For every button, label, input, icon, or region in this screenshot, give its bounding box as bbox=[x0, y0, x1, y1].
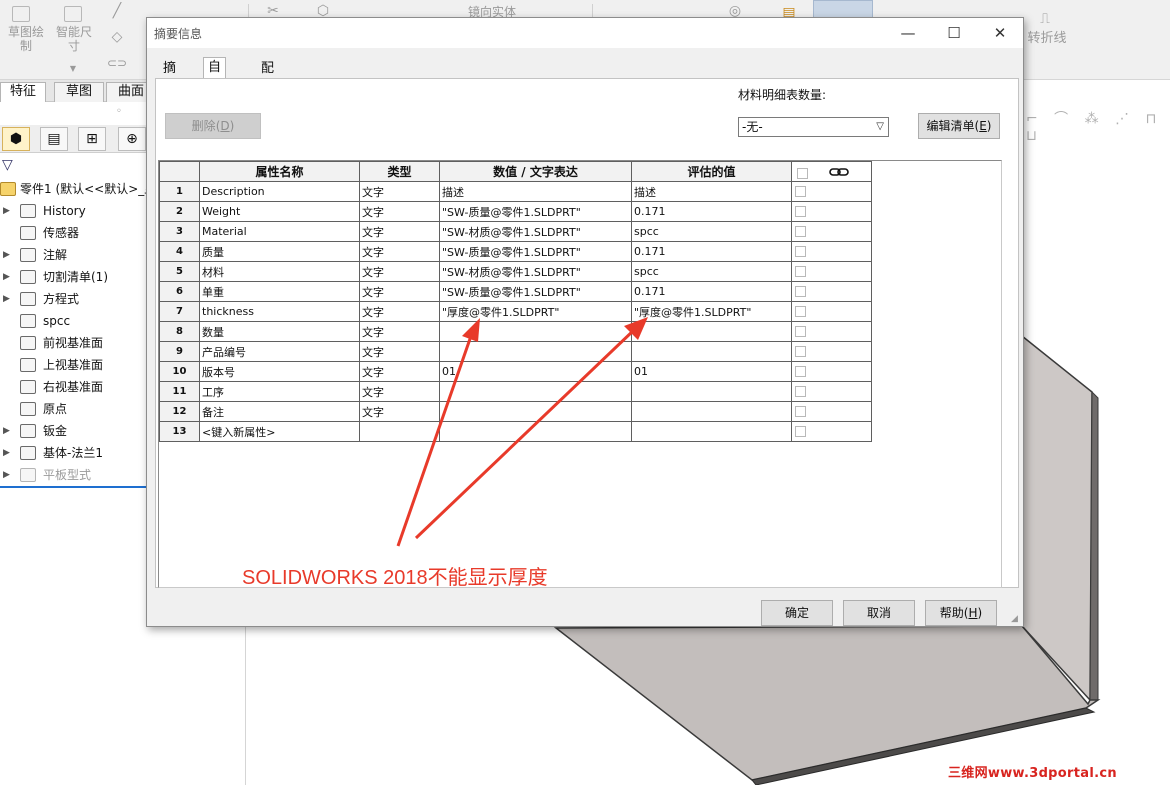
annotation-arrows bbox=[396, 317, 648, 547]
arrow-head-expression bbox=[462, 318, 480, 342]
solidworks-window: 草图绘制 智能尺寸 ▼ ╱ ◇ ⊂⊃ ✂ ⬡ 镜向实体 ◎ ▤ ⎍ 转折线 特征… bbox=[0, 0, 1170, 785]
